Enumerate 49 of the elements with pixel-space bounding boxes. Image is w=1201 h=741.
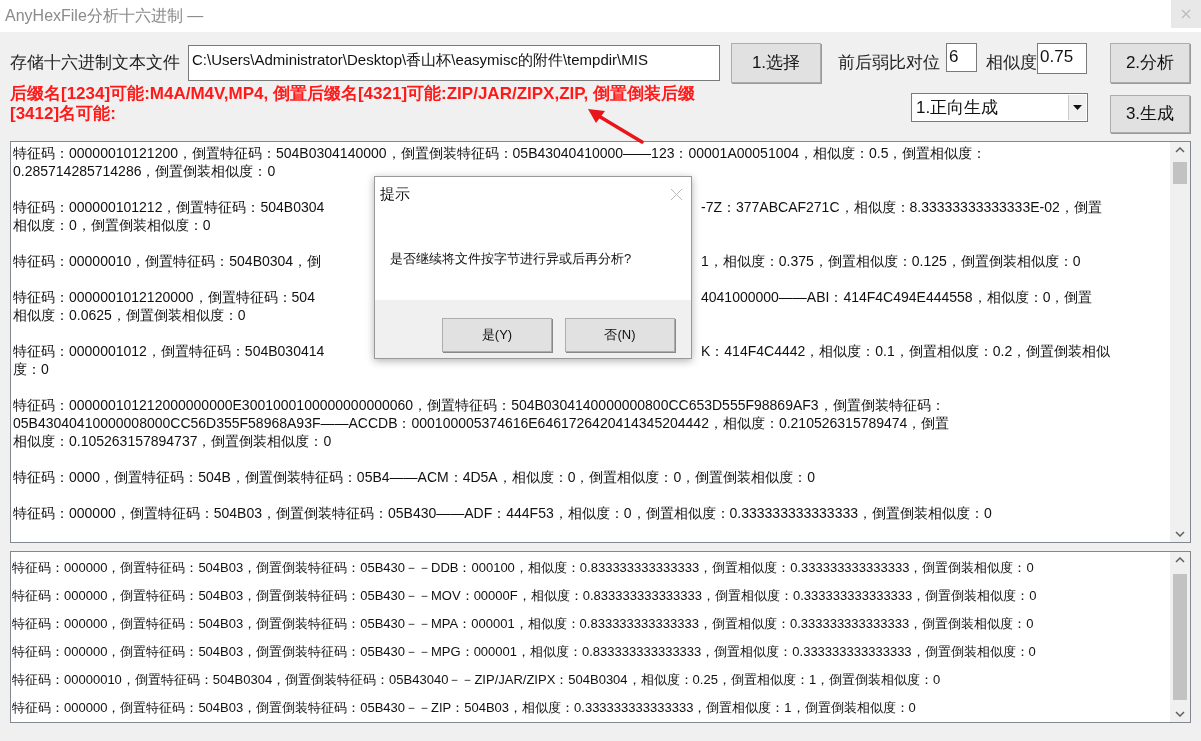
dialog-title: 提示 <box>380 183 410 204</box>
offset-label: 前后弱比对位 <box>838 52 940 75</box>
log-text: 特征码：000000101212，倒置特征码：504B0304 <box>13 198 325 216</box>
log-text: 1，相似度：0.375，倒置相似度：0.125，倒置倒装相似度：0 <box>701 252 1081 270</box>
window-title: AnyHexFile分析十六进制 — <box>5 6 204 26</box>
log-text: 特征码：0000001012，倒置特征码：504B030414 <box>13 342 325 360</box>
close-icon[interactable] <box>670 187 683 201</box>
dropdown-caret-icon <box>1073 105 1082 110</box>
log-line: 特征码：000000，倒置特征码：504B03，倒置倒装特征码：05B430－－MOV：00000F，相似度：0.833333333333333，倒置相似度：0.333333333333333，倒置倒装相似度：0 <box>12 587 1037 606</box>
result-text: 后缀名[1234]可能:M4A/M4V,MP4, 倒置后缀名[4321]可能:ZIP/JAR/ZIPX,ZIP, 倒置倒装后缀 [3412]名可能: <box>10 84 696 124</box>
log-text: 4041000000——ABI：414F4C494E444558，相似度：0，倒置 <box>701 288 1093 306</box>
scroll-thumb[interactable] <box>1173 574 1187 700</box>
similarity-field[interactable]: 0.75 <box>1037 43 1087 74</box>
log-text: 特征码：0000，倒置特征码：504B，倒置倒装特征码：05B4——ACM：4D5A，相似度：0，倒置相似度：0，倒置倒装相似度：0 <box>13 468 816 486</box>
log-text: 相似度：0.105263157894737，倒置倒装相似度：0 <box>13 432 332 450</box>
log-text: 特征码：00000010，倒置特征码：504B0304，倒 <box>13 252 322 270</box>
dialog-message: 是否继续将文件按字节进行异或后再分析? <box>390 250 633 268</box>
scrollbar[interactable] <box>1170 552 1190 722</box>
analyze-button[interactable]: 2.分析 <box>1110 43 1190 83</box>
log-text: 特征码：000000101212000000000E3001000100000000000060，倒置特征码：504B0304140000000800CC653D555F98869AF3，倒置倒装特征码： <box>13 396 945 414</box>
log-text: 相似度：0.0625，倒置倒装相似度：0 <box>13 306 246 324</box>
log-line: 特征码：00000010，倒置特征码：504B0304，倒置倒装特征码：05B43040－－ZIP/JAR/ZIPX：504B0304，相似度：0.25，倒置相似度：1，倒置倒装相似度：0 <box>12 671 941 690</box>
select-button[interactable]: 1.选择 <box>731 43 821 83</box>
log-line: 特征码：000000，倒置特征码：504B03，倒置倒装特征码：05B430－－MPA：000001，相似度：0.833333333333333，倒置相似度：0.333333333333333，倒置倒装相似度：0 <box>12 615 1034 634</box>
log-text: 相似度：0，倒置倒装相似度：0 <box>13 216 211 234</box>
scrollbar[interactable] <box>1170 142 1190 542</box>
annotation-arrow <box>585 106 645 144</box>
dialog-button[interactable]: 是(Y) <box>442 318 552 352</box>
log-text: 0.285714285714286，倒置倒装相似度：0 <box>13 162 276 180</box>
generate-button[interactable]: 3.生成 <box>1110 95 1190 133</box>
log-text: K：414F4C4442，相似度：0.1，倒置相似度：0.2，倒置倒装相似 <box>701 342 1111 360</box>
path-field[interactable]: C:\Users\Administrator\Desktop\香山杯\easymisc的附件\tempdir\MIS <box>188 45 720 81</box>
log-text: 05B43040410000008000CC56D355F58968A93F——ACCDB：000100005374616E6461726420414345204442，相似度：0.210526315789474，倒置 <box>13 414 950 432</box>
close-button[interactable] <box>1171 0 1201 28</box>
scroll-thumb[interactable] <box>1173 162 1187 184</box>
similarity-label: 相似度 <box>986 52 1037 75</box>
dialog-button[interactable]: 否(N) <box>565 318 675 352</box>
log-text: 特征码：000000，倒置特征码：504B03，倒置倒装特征码：05B430——ADF：444F53，相似度：0，倒置相似度：0.333333333333333，倒置倒装相似度：0 <box>13 504 992 522</box>
log-line: 特征码：000000，倒置特征码：504B03，倒置倒装特征码：05B430－－MPG：000001，相似度：0.833333333333333，倒置相似度：0.333333333333333，倒置倒装相似度：0 <box>12 643 1036 662</box>
log-line: 特征码：000000，倒置特征码：504B03，倒置倒装特征码：05B430－－DDB：000100，相似度：0.833333333333333，倒置相似度：0.333333333333333，倒置倒装相似度：0 <box>12 559 1034 578</box>
log-text: 特征码：0000001012120000，倒置特征码：504 <box>13 288 315 306</box>
log-line: 特征码：000000，倒置特征码：504B03，倒置倒装特征码：05B430－－ZIP：504B03，相似度：0.333333333333333，倒置相似度：1，倒置倒装相似度：0 <box>12 699 916 718</box>
log-text: 度：0 <box>13 360 49 378</box>
log-text: 特征码：00000010121200，倒置特征码：504B0304140000，倒置倒装特征码：05B43040410000——123：00001A00051004，相似度：0.5，倒置相似度： <box>13 144 987 162</box>
close-icon <box>1181 9 1191 19</box>
mode-select[interactable]: 1.正向生成 <box>911 93 1088 122</box>
offset-field[interactable]: 6 <box>946 43 977 72</box>
file-label: 存储十六进制文本文件 <box>10 52 181 75</box>
log-text: -7Z：377ABCAF271C，相似度：8.33333333333333E-02，倒置 <box>701 198 1102 216</box>
